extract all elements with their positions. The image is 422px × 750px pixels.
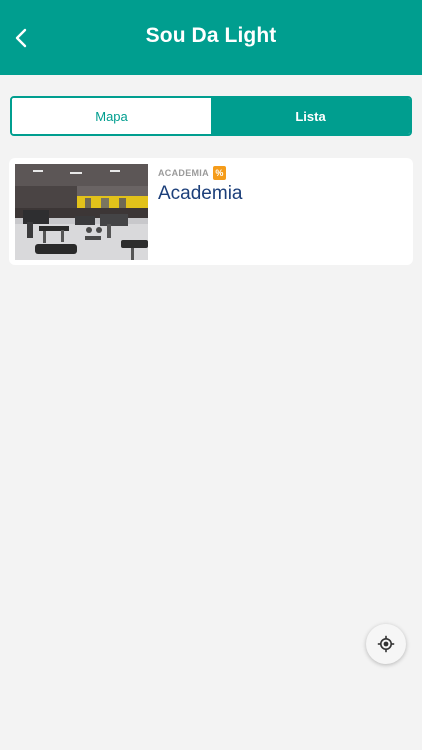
discount-badge: %	[212, 165, 226, 180]
list-item-title: Academia	[158, 183, 243, 204]
view-toggle: Mapa Lista	[10, 96, 412, 136]
category-label: ACADEMIA	[158, 167, 209, 178]
tab-map[interactable]: Mapa	[12, 98, 211, 134]
list-item[interactable]: ACADEMIA % Academia	[9, 158, 413, 265]
app-header: Sou Da Light	[0, 0, 422, 75]
gym-image	[15, 164, 148, 260]
back-button[interactable]	[8, 22, 34, 54]
category-row: ACADEMIA %	[158, 165, 403, 180]
list-item-info: ACADEMIA % Academia	[158, 165, 403, 205]
tab-list[interactable]: Lista	[211, 98, 410, 134]
my-location-icon	[377, 635, 395, 653]
my-location-button[interactable]	[366, 624, 406, 664]
chevron-left-icon	[15, 28, 27, 48]
page-title: Sou Da Light	[145, 24, 277, 47]
